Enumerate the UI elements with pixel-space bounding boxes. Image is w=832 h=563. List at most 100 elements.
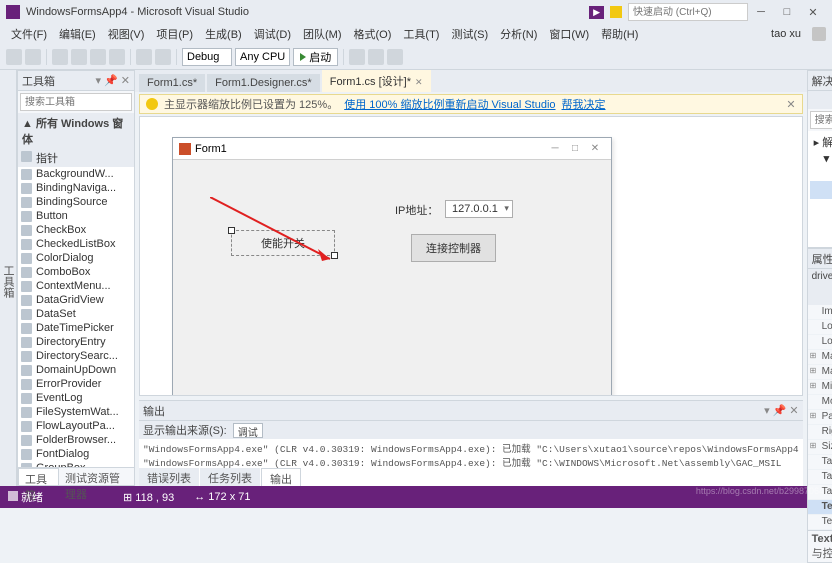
- ip-combo[interactable]: 127.0.0.1: [445, 200, 513, 218]
- toolbox-item[interactable]: BackgroundW...: [18, 167, 134, 181]
- menu-item[interactable]: 团队(M): [298, 24, 347, 44]
- toolbox-item[interactable]: DateTimePicker: [18, 321, 134, 335]
- tree-node-references[interactable]: ▾ 引用: [810, 181, 832, 199]
- new-button[interactable]: [52, 49, 68, 65]
- menu-item[interactable]: 窗口(W): [544, 24, 594, 44]
- infobar-link[interactable]: 帮我决定: [562, 96, 606, 112]
- platform-combo[interactable]: Any CPU: [235, 48, 290, 66]
- toolbox-item[interactable]: CheckBox: [18, 223, 134, 237]
- categorized-icon[interactable]: [812, 289, 824, 301]
- toolbox-item[interactable]: EventLog: [18, 391, 134, 405]
- toolbox-item[interactable]: BindingNaviga...: [18, 181, 134, 195]
- doc-tab-active[interactable]: Form1.cs [设计]*✕: [322, 70, 431, 92]
- menu-item[interactable]: 项目(P): [151, 24, 198, 44]
- toolbox-search-input[interactable]: [20, 93, 132, 111]
- nav-back-button[interactable]: [6, 49, 22, 65]
- config-combo[interactable]: Debug: [182, 48, 232, 66]
- property-row[interactable]: Padding0, 0, 0, 0: [808, 410, 832, 425]
- menu-item[interactable]: 生成(B): [200, 24, 247, 44]
- bottom-tab[interactable]: 输出: [261, 468, 301, 486]
- property-row[interactable]: Margin3, 3, 3, 3: [808, 350, 832, 365]
- home-icon[interactable]: [812, 93, 824, 105]
- alpha-icon[interactable]: [827, 289, 832, 301]
- open-button[interactable]: [71, 49, 87, 65]
- toolbox-item[interactable]: ComboBox: [18, 265, 134, 279]
- tree-node[interactable]: ▸ Properties: [810, 166, 832, 181]
- layout-button[interactable]: [368, 49, 384, 65]
- pin-icon[interactable]: ▾ 📌 ✕: [95, 74, 130, 87]
- tree-node[interactable]: Mycontrol: [810, 231, 832, 245]
- toolbox-item[interactable]: FlowLayoutPa...: [18, 419, 134, 433]
- tree-node[interactable]: 分析器: [810, 199, 832, 217]
- left-sidetab[interactable]: 工具箱: [0, 70, 17, 486]
- refresh-icon[interactable]: [827, 93, 832, 105]
- bottom-tab[interactable]: 测试资源管理器: [59, 468, 134, 485]
- save-button[interactable]: [90, 49, 106, 65]
- property-row[interactable]: ModifiersPrivate: [808, 395, 832, 410]
- ip-label[interactable]: IP地址：: [395, 202, 438, 218]
- undo-button[interactable]: [136, 49, 152, 65]
- bottom-tab[interactable]: 工具箱: [18, 468, 59, 485]
- property-row[interactable]: MaximumSize0, 0: [808, 365, 832, 380]
- maximize-button[interactable]: □: [774, 6, 800, 18]
- quick-launch-input[interactable]: [628, 3, 748, 21]
- connect-button[interactable]: 连接控制器: [411, 234, 496, 262]
- toolbox-item[interactable]: GroupBox: [18, 461, 134, 467]
- infobar-link[interactable]: 使用 100% 缩放比例重新启动 Visual Studio: [344, 96, 555, 112]
- avatar-icon[interactable]: [812, 27, 826, 41]
- menu-item[interactable]: 分析(N): [495, 24, 542, 44]
- form1-window[interactable]: Form1 ─ □ ✕ IP地址： 127.0.0.1 使能开关 连接控制器: [172, 137, 612, 396]
- infobar-close-icon[interactable]: ✕: [786, 98, 795, 111]
- output-source-combo[interactable]: 调试: [233, 423, 263, 438]
- drive-switch-label[interactable]: 使能开关: [231, 230, 335, 256]
- toolbox-group[interactable]: ▲ 所有 Windows 窗体: [18, 113, 134, 149]
- layout-button[interactable]: [349, 49, 365, 65]
- menu-item[interactable]: 格式(O): [349, 24, 397, 44]
- toolbox-item[interactable]: FileSystemWat...: [18, 405, 134, 419]
- menu-item[interactable]: 调试(D): [249, 24, 296, 44]
- menu-item[interactable]: 工具(T): [398, 24, 444, 44]
- toolbox-item[interactable]: ErrorProvider: [18, 377, 134, 391]
- doc-tab[interactable]: Form1.cs*: [139, 74, 205, 92]
- output-text[interactable]: "WindowsFormsApp4.exe" (CLR v4.0.30319: …: [139, 439, 803, 468]
- toolbox-item[interactable]: DomainUpDown: [18, 363, 134, 377]
- close-button[interactable]: ✕: [800, 6, 826, 19]
- menu-item[interactable]: 文件(F): [6, 24, 52, 44]
- property-row[interactable]: RightToLeftNo: [808, 425, 832, 440]
- menu-item[interactable]: 编辑(E): [54, 24, 101, 44]
- layout-button[interactable]: [387, 49, 403, 65]
- property-row[interactable]: TextAlignMiddleCenter: [808, 515, 832, 530]
- property-row[interactable]: Size172, 71: [808, 440, 832, 455]
- property-row[interactable]: TabStopTrue: [808, 470, 832, 485]
- toolbox-item[interactable]: ColorDialog: [18, 251, 134, 265]
- toolbox-item[interactable]: DirectorySearc...: [18, 349, 134, 363]
- minimize-button[interactable]: ─: [748, 6, 774, 18]
- bottom-tab[interactable]: 错误列表: [139, 468, 199, 486]
- property-row[interactable]: Location118, 93: [808, 320, 832, 335]
- toolbox-item[interactable]: 指针: [18, 149, 134, 167]
- tree-node-project[interactable]: ▾ WindowsFormsApp4: [810, 151, 832, 166]
- notification-icon[interactable]: [610, 6, 622, 18]
- menu-item[interactable]: 帮助(H): [596, 24, 643, 44]
- bottom-tab[interactable]: 任务列表: [200, 468, 260, 486]
- form-designer[interactable]: Form1 ─ □ ✕ IP地址： 127.0.0.1 使能开关 连接控制器: [139, 116, 803, 396]
- doc-tab[interactable]: Form1.Designer.cs*: [207, 74, 320, 92]
- tree-node-solution[interactable]: ▸ 解决方案"WindowsFormsApp4"(1: [810, 133, 832, 151]
- property-row[interactable]: MinimumSize0, 0: [808, 380, 832, 395]
- tab-close-icon[interactable]: ✕: [415, 77, 423, 87]
- menu-item[interactable]: 视图(V): [103, 24, 150, 44]
- tree-node[interactable]: Microsoft.CSharp: [810, 217, 832, 231]
- saveall-button[interactable]: [109, 49, 125, 65]
- nav-fwd-button[interactable]: [25, 49, 41, 65]
- solexp-search-input[interactable]: [810, 111, 832, 129]
- start-button[interactable]: 启动: [293, 48, 338, 66]
- toolbox-item[interactable]: BindingSource: [18, 195, 134, 209]
- props-object-selector[interactable]: drive_switch System.Windows.Forms.L: [808, 269, 832, 287]
- toolbox-item[interactable]: ContextMenu...: [18, 279, 134, 293]
- menu-item[interactable]: 测试(S): [446, 24, 493, 44]
- property-row[interactable]: ImageList(无): [808, 305, 832, 320]
- property-row[interactable]: TabIndex1: [808, 455, 832, 470]
- redo-button[interactable]: [155, 49, 171, 65]
- toolbox-item[interactable]: DataSet: [18, 307, 134, 321]
- toolbox-item[interactable]: FolderBrowser...: [18, 433, 134, 447]
